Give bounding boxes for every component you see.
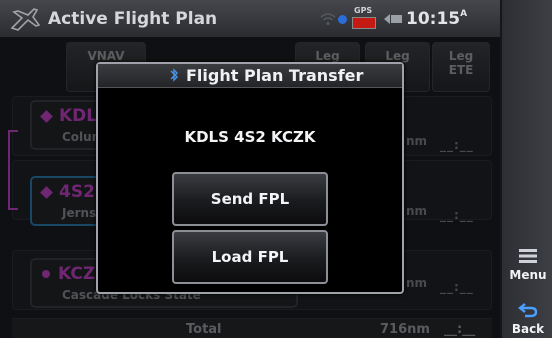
- bluetooth-icon: [170, 68, 179, 82]
- menu-icon: [519, 249, 537, 263]
- airplane-icon: [10, 8, 41, 31]
- flight-plan-screen: Active Flight Plan GPS 10:15A VNAV 5 Leg: [0, 0, 552, 338]
- back-arrow-icon: [518, 303, 538, 318]
- status-area: GPS 10:15A: [320, 4, 500, 34]
- page-title: Active Flight Plan: [48, 9, 218, 29]
- gps-label: GPS: [354, 6, 373, 15]
- flight-plan-transfer-dialog: Flight Plan Transfer KDLS 4S2 KCZK Send …: [96, 62, 404, 294]
- menu-label: Menu: [509, 268, 547, 282]
- dialog-title: Flight Plan Transfer: [186, 66, 364, 85]
- wifi-icon: [320, 13, 336, 25]
- clock-suffix: A: [460, 9, 468, 19]
- dialog-header: Flight Plan Transfer: [98, 64, 402, 88]
- send-fpl-button[interactable]: Send FPL: [172, 172, 328, 226]
- battery-icon: [384, 14, 402, 24]
- back-label: Back: [511, 322, 545, 336]
- top-bar: Active Flight Plan GPS 10:15A: [0, 0, 500, 38]
- load-fpl-button[interactable]: Load FPL: [172, 230, 328, 284]
- back-button[interactable]: Back: [502, 290, 552, 338]
- clock-time: 10:15A: [406, 9, 467, 29]
- connection-status-icon: [338, 15, 347, 24]
- right-sidebar: Menu Back: [500, 0, 552, 338]
- menu-button[interactable]: Menu: [502, 236, 552, 286]
- gps-signal-bar: [352, 17, 376, 29]
- route-text: KDLS 4S2 KCZK: [184, 128, 316, 146]
- gps-status-icon: GPS: [350, 6, 378, 32]
- clock-value: 10:15: [406, 9, 461, 29]
